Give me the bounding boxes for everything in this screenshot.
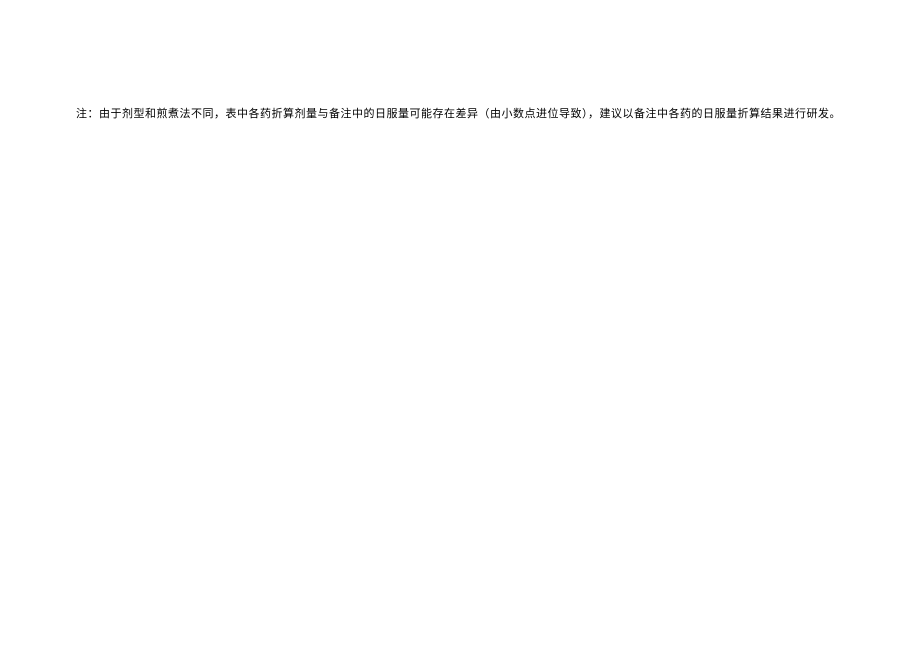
note-annotation: 注：由于剂型和煎煮法不同，表中各药折算剂量与备注中的日服量可能存在差异（由小数点… — [76, 105, 841, 121]
